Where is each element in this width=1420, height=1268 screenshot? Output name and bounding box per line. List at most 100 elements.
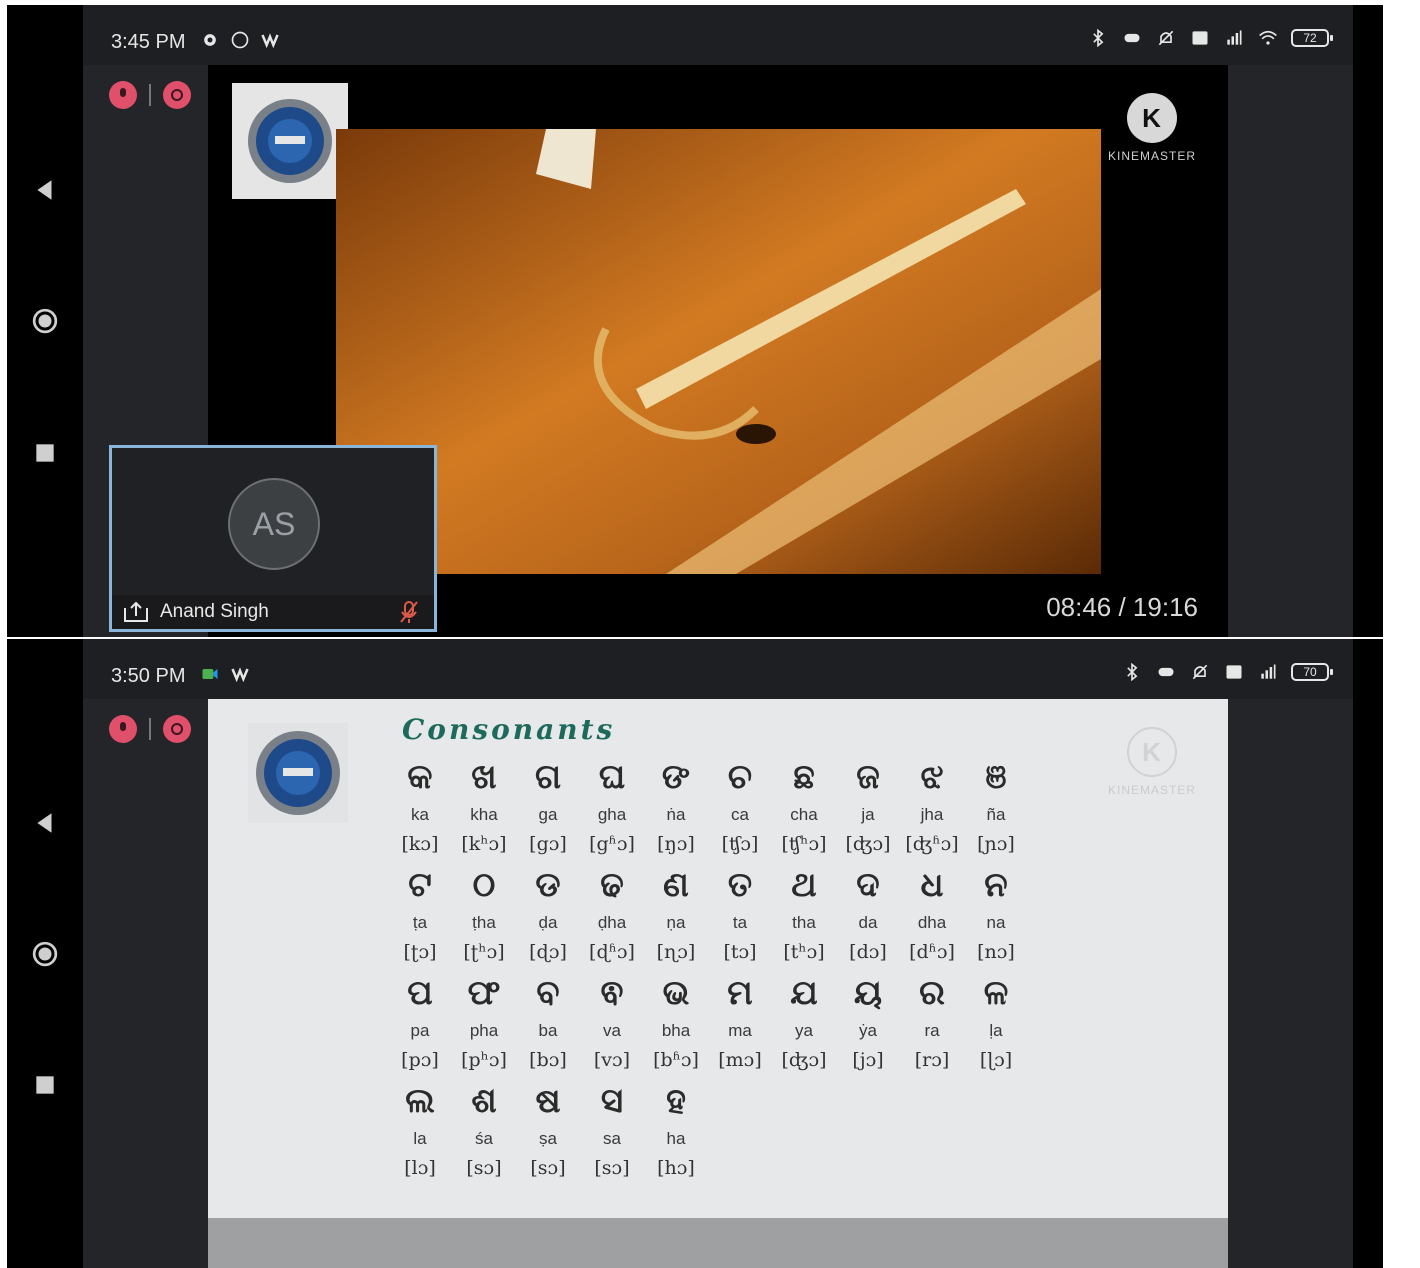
shared-slide[interactable]: Consonants କ ka [kɔ] ଖ kha [kʰɔ] ଗ ga [gɔ] ଘ gha [g…: [208, 699, 1228, 1268]
consonant-glyph: ଛ: [793, 757, 815, 797]
home-icon[interactable]: [25, 301, 65, 341]
consonant-romanization: jha: [920, 805, 944, 824]
consonant-romanization: kha: [470, 805, 498, 824]
consonant-cell: ଥ tha [tʰɔ]: [772, 863, 836, 971]
divider: [149, 718, 151, 740]
battery-indicator: 72: [1291, 29, 1333, 47]
participant-name: Anand Singh: [160, 601, 269, 622]
consonant-ipa: [sɔ]: [466, 1157, 502, 1179]
wifi-icon: [1257, 27, 1279, 49]
consonant-glyph: ଠ: [472, 865, 496, 905]
consonant-cell: ଙ ṅa [ŋɔ]: [644, 755, 708, 863]
consonant-ipa: [bʱɔ]: [653, 1049, 699, 1071]
consonant-ipa: [vɔ]: [593, 1049, 631, 1071]
consonant-ipa: [kɔ]: [401, 833, 439, 855]
consonant-cell: ଛ cha [ʧʰɔ]: [772, 755, 836, 863]
app-notification-icon: [229, 663, 251, 685]
participant-tile[interactable]: AS Anand Singh: [109, 445, 437, 632]
record-icon[interactable]: [163, 715, 191, 743]
consonant-ipa: [ɳɔ]: [656, 941, 696, 963]
consonant-ipa: [ʈɔ]: [403, 941, 437, 963]
consonant-cell: ଭ bha [bʱɔ]: [644, 971, 708, 1079]
consonant-romanization: śa: [475, 1129, 493, 1148]
consonant-ipa: [sɔ]: [594, 1157, 630, 1179]
consonant-glyph: ହ: [666, 1081, 686, 1121]
status-time: 3:45 PM: [111, 31, 186, 53]
recents-icon[interactable]: [25, 1065, 65, 1105]
consonant-glyph: ଲ: [405, 1081, 435, 1121]
kinemaster-watermark: K KINEMASTER: [1106, 93, 1198, 163]
consonant-cell: ଟ ṭa [ʈɔ]: [388, 863, 452, 971]
consonant-romanization: ña: [986, 805, 1006, 824]
app-notification-icon: [259, 29, 281, 51]
consonant-ipa: [ʈʰɔ]: [463, 941, 505, 963]
consonant-glyph: ପ: [407, 973, 433, 1013]
institution-logo: [232, 83, 348, 199]
consonant-romanization: gha: [597, 805, 627, 824]
consonant-ipa: [jɔ]: [852, 1049, 884, 1071]
back-icon[interactable]: [25, 803, 65, 843]
consonant-ipa: [rɔ]: [914, 1049, 950, 1071]
consonant-ipa: [nɔ]: [977, 941, 1015, 963]
consonant-glyph: ଳ: [983, 973, 1009, 1013]
consonant-glyph: ଡ: [535, 865, 561, 905]
consonant-romanization: ṇa: [666, 913, 686, 932]
consonant-row: ପ pa [pɔ] ଫ pha [pʰɔ] ବ ba [bɔ] ଵ va [vɔ] ଭ bha [bʱɔ] ମ…: [388, 971, 1028, 1079]
recents-icon[interactable]: [25, 433, 65, 473]
consonant-cell: ତ ta [tɔ]: [708, 863, 772, 971]
consonant-ipa: [tɔ]: [723, 941, 757, 963]
consonant-cell: ଧ dha [dʱɔ]: [900, 863, 964, 971]
consonant-glyph: ଟ: [408, 865, 432, 905]
consonant-glyph: ୟ: [853, 973, 883, 1013]
consonant-glyph: ଙ: [661, 757, 691, 797]
consonant-ipa: [ʧɔ]: [721, 833, 759, 855]
consonant-glyph: ଞ: [985, 757, 1007, 797]
consonant-ipa: [ʧʰɔ]: [781, 833, 827, 855]
consonant-romanization: cha: [790, 805, 818, 824]
consonant-glyph: ସ: [600, 1081, 624, 1121]
battery-indicator: 70: [1291, 663, 1333, 681]
consonant-cell: ଖ kha [kʰɔ]: [452, 755, 516, 863]
record-icon[interactable]: [163, 81, 191, 109]
home-icon[interactable]: [25, 934, 65, 974]
consonant-ipa: [ɭɔ]: [979, 1049, 1013, 1071]
mute-notifications-icon: [1189, 661, 1211, 683]
consonant-romanization: va: [603, 1021, 621, 1040]
signal-icon: [1257, 661, 1279, 683]
kinemaster-label: KINEMASTER: [1107, 783, 1196, 797]
consonant-romanization: ma: [728, 1021, 752, 1040]
consonant-romanization: ḍha: [597, 913, 627, 932]
bottom-screenshot: 3:50 PM 70 Consonants କ ka [kɔ] ଖ kha [k…: [7, 639, 1383, 1268]
consonant-romanization: ga: [538, 805, 558, 824]
consonant-romanization: ḍa: [538, 913, 558, 932]
consonant-romanization: ra: [924, 1021, 940, 1040]
top-screenshot: 3:45 PM 72 K KINEMASTER 08:46 / 19:16 AS…: [7, 5, 1383, 637]
consonant-romanization: ja: [861, 805, 875, 824]
consonant-ipa: [dʱɔ]: [909, 941, 955, 963]
consonant-cell: ସ sa [sɔ]: [580, 1079, 644, 1187]
consonant-romanization: sa: [603, 1129, 621, 1148]
consonant-ipa: [ʤʱɔ]: [905, 833, 959, 855]
consonant-cell: ଦ da [dɔ]: [836, 863, 900, 971]
consonant-cell: ଝ jha [ʤʱɔ]: [900, 755, 964, 863]
avatar: AS: [228, 478, 320, 570]
consonant-ipa: [ɲɔ]: [977, 833, 1015, 855]
consonant-ipa: [lɔ]: [404, 1157, 436, 1179]
consonant-ipa: [bɔ]: [529, 1049, 567, 1071]
video-timer: 08:46 / 19:16: [1046, 592, 1198, 622]
consonant-cell: ଫ pha [pʰɔ]: [452, 971, 516, 1079]
consonant-ipa: [pʰɔ]: [461, 1049, 507, 1071]
mic-toggle-icon[interactable]: [109, 715, 137, 743]
palm-leaf-manuscript-image: [336, 129, 1101, 574]
vibrate-icon: [1121, 27, 1143, 49]
consonant-cell: ଚ ca [ʧɔ]: [708, 755, 772, 863]
mic-off-icon: [400, 601, 418, 623]
consonant-glyph: ତ: [727, 865, 753, 905]
consonant-cell: ଲ la [lɔ]: [388, 1079, 452, 1187]
consonant-ipa: [pɔ]: [401, 1049, 439, 1071]
consonant-romanization: da: [858, 913, 878, 932]
back-icon[interactable]: [25, 170, 65, 210]
mic-toggle-icon[interactable]: [109, 81, 137, 109]
consonant-cell: ର ra [rɔ]: [900, 971, 964, 1079]
status-time: 3:50 PM: [111, 665, 186, 687]
